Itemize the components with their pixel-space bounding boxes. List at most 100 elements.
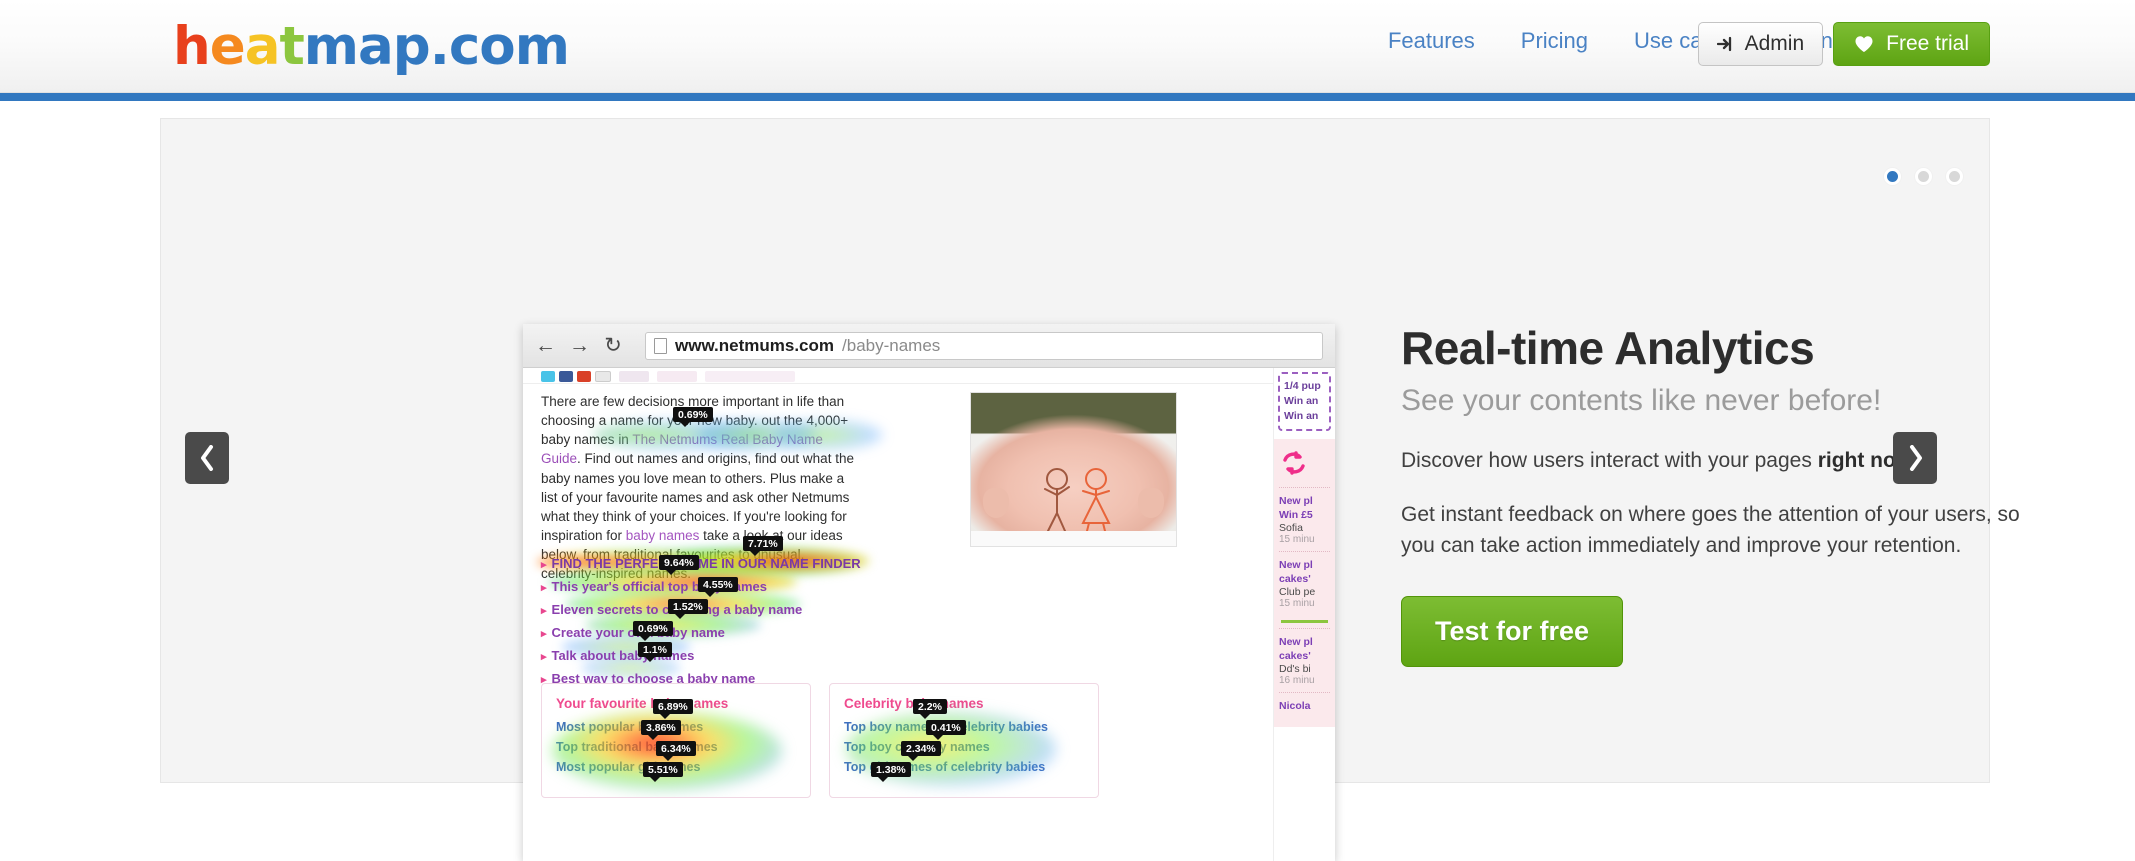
feed-item-1-title-a: New pl [1279, 495, 1313, 507]
heat-badge-10: 6.34% [656, 741, 696, 761]
feed-item-3-title-a: New pl [1279, 636, 1313, 648]
feed-item-2-author: Club pe [1279, 586, 1316, 598]
feed-item-4[interactable]: Nicola [1279, 692, 1330, 719]
hero-p1-before: Discover how users interact with your pa… [1401, 449, 1818, 473]
social-chip-7 [705, 371, 795, 382]
feed-item-3-title-b: cakes' [1279, 650, 1311, 662]
carousel-prev-button[interactable] [185, 432, 229, 484]
page-document-icon [654, 337, 667, 354]
hand-right [1138, 488, 1164, 518]
feed-item-3[interactable]: New pl cakes' Dd's bi 16 minu [1279, 628, 1330, 692]
carousel-next-button[interactable] [1893, 432, 1937, 484]
social-chip-4 [595, 371, 611, 382]
heat-badge-11: 5.51% [643, 762, 683, 782]
heart-icon [1854, 35, 1874, 53]
feed-item-2-title-a: New pl [1279, 559, 1313, 571]
carousel-dot-1[interactable] [1884, 168, 1901, 185]
page-link-5[interactable]: Talk about baby names [541, 645, 871, 668]
social-chip-5 [619, 371, 649, 382]
captured-page: There are few decisions more important i… [523, 368, 1335, 861]
rail-promo-line-1: 1/4 pup [1284, 380, 1321, 392]
feed-item-2-time: 15 minu [1279, 598, 1315, 609]
page-right-rail: 1/4 pup Win an Win an New pl Win £5 Sofi… [1273, 368, 1335, 861]
nav-item-features[interactable]: Features [1388, 28, 1475, 54]
page-link-4[interactable]: Create your own baby name [541, 622, 871, 645]
card-celebrity-names: Celebrity baby names Top boy names of ce… [829, 683, 1099, 798]
site-logo[interactable]: heatmap.com [173, 16, 570, 77]
para-link-baby-names[interactable]: baby names [626, 528, 700, 543]
feed-item-1-title-b: Win £5 [1279, 509, 1313, 521]
heat-badge-1: 0.69% [673, 407, 713, 427]
chevron-right-icon [1909, 445, 1922, 471]
heat-badge-12: 2.2% [913, 699, 947, 719]
photo-bottom-edge [971, 531, 1176, 546]
heat-badge-8: 6.89% [653, 699, 693, 719]
url-path: /baby-names [842, 335, 941, 355]
nav-item-pricing[interactable]: Pricing [1521, 28, 1588, 54]
page-link-1[interactable]: FIND THE PERFECT NAME IN OUR NAME FINDER [541, 553, 871, 576]
heat-badge-14: 2.34% [901, 741, 941, 761]
heat-badge-6: 0.69% [633, 621, 673, 641]
header-actions: Admin Free trial [1697, 22, 1990, 66]
page-social-strip [523, 368, 1335, 384]
test-for-free-button[interactable]: Test for free [1401, 595, 1624, 667]
rail-promo-line-3: Win an [1284, 410, 1319, 422]
stick-figure-boy-icon [1037, 465, 1077, 541]
hero-subtitle: See your contents like never before! [1401, 384, 1882, 418]
browser-back-icon[interactable]: ← [535, 334, 556, 358]
para-line-7a: inspiration for [541, 528, 626, 544]
carousel-dots [1884, 168, 1963, 185]
rail-promo-box: 1/4 pup Win an Win an [1278, 372, 1331, 431]
feed-item-3-time: 16 minu [1279, 675, 1315, 686]
logo-letter-e: e [209, 16, 246, 77]
chevron-left-icon [200, 445, 213, 471]
admin-button[interactable]: Admin [1697, 22, 1824, 66]
logo-letter-a-flame: a [244, 16, 281, 77]
social-chip-1 [541, 371, 555, 382]
heat-badge-3: 9.64% [659, 555, 699, 575]
rail-promo-line-2: Win an [1284, 395, 1319, 407]
admin-button-label: Admin [1744, 32, 1805, 55]
hero-copy: Real-time Analytics See your contents li… [1401, 324, 2021, 667]
browser-address-bar[interactable]: www.netmums.com/baby-names [645, 331, 1323, 360]
carousel-dot-3[interactable] [1946, 168, 1963, 185]
hero-paragraph-2: Get instant feedback on where goes the a… [1401, 502, 2020, 558]
feed-item-1-author: Sofia [1279, 522, 1303, 534]
heatmap-screenshot: ← → ↻ www.netmums.com/baby-names There a… [523, 324, 1335, 861]
feed-divider-green [1281, 620, 1328, 623]
social-chip-3 [577, 371, 591, 382]
hand-left [983, 488, 1009, 518]
heat-badge-2: 7.71% [743, 536, 783, 556]
free-trial-button[interactable]: Free trial [1833, 22, 1990, 66]
header-accent-bar [0, 93, 2135, 101]
page-link-list: FIND THE PERFECT NAME IN OUR NAME FINDER… [537, 547, 871, 691]
browser-reload-icon[interactable]: ↻ [603, 333, 623, 358]
heat-badge-15: 1.38% [871, 762, 911, 782]
refresh-icon [1281, 451, 1330, 479]
rail-feed: New pl Win £5 Sofia 15 minu New pl cakes… [1274, 439, 1335, 727]
feed-item-2[interactable]: New pl cakes' Club pe 15 minu [1279, 551, 1330, 615]
feed-item-3-author: Dd's bi [1279, 663, 1311, 675]
site-header: heatmap.com Features Pricing Use cases C… [0, 0, 2135, 93]
card2-item-2[interactable]: Top boy celebrity names [844, 737, 1084, 757]
social-chip-6 [657, 371, 697, 382]
logo-letter-t: t [279, 16, 304, 77]
feed-item-4-title-a: Nicola [1279, 700, 1311, 712]
card-title-2: Celebrity baby names [844, 696, 984, 711]
feed-item-1[interactable]: New pl Win £5 Sofia 15 minu [1279, 487, 1330, 551]
free-trial-button-label: Free trial [1886, 32, 1969, 55]
heat-badge-4: 4.55% [698, 577, 738, 597]
hero-title: Real-time Analytics [1401, 322, 1815, 374]
page-card-row: Your favourite baby names Most popular b… [541, 683, 1099, 798]
logo-letter-h: h [173, 16, 211, 77]
carousel-dot-2[interactable] [1915, 168, 1932, 185]
browser-chrome: ← → ↻ www.netmums.com/baby-names [523, 324, 1335, 368]
social-chip-2 [559, 371, 573, 382]
browser-forward-icon[interactable]: → [569, 334, 590, 358]
baby-bump-photo [970, 392, 1177, 547]
url-host: www.netmums.com [675, 335, 835, 355]
heat-badge-13: 0.41% [926, 720, 966, 740]
feed-item-1-time: 15 minu [1279, 534, 1315, 545]
logo-text-mapcom: map.com [303, 16, 570, 77]
feed-item-2-title-b: cakes' [1279, 573, 1311, 585]
